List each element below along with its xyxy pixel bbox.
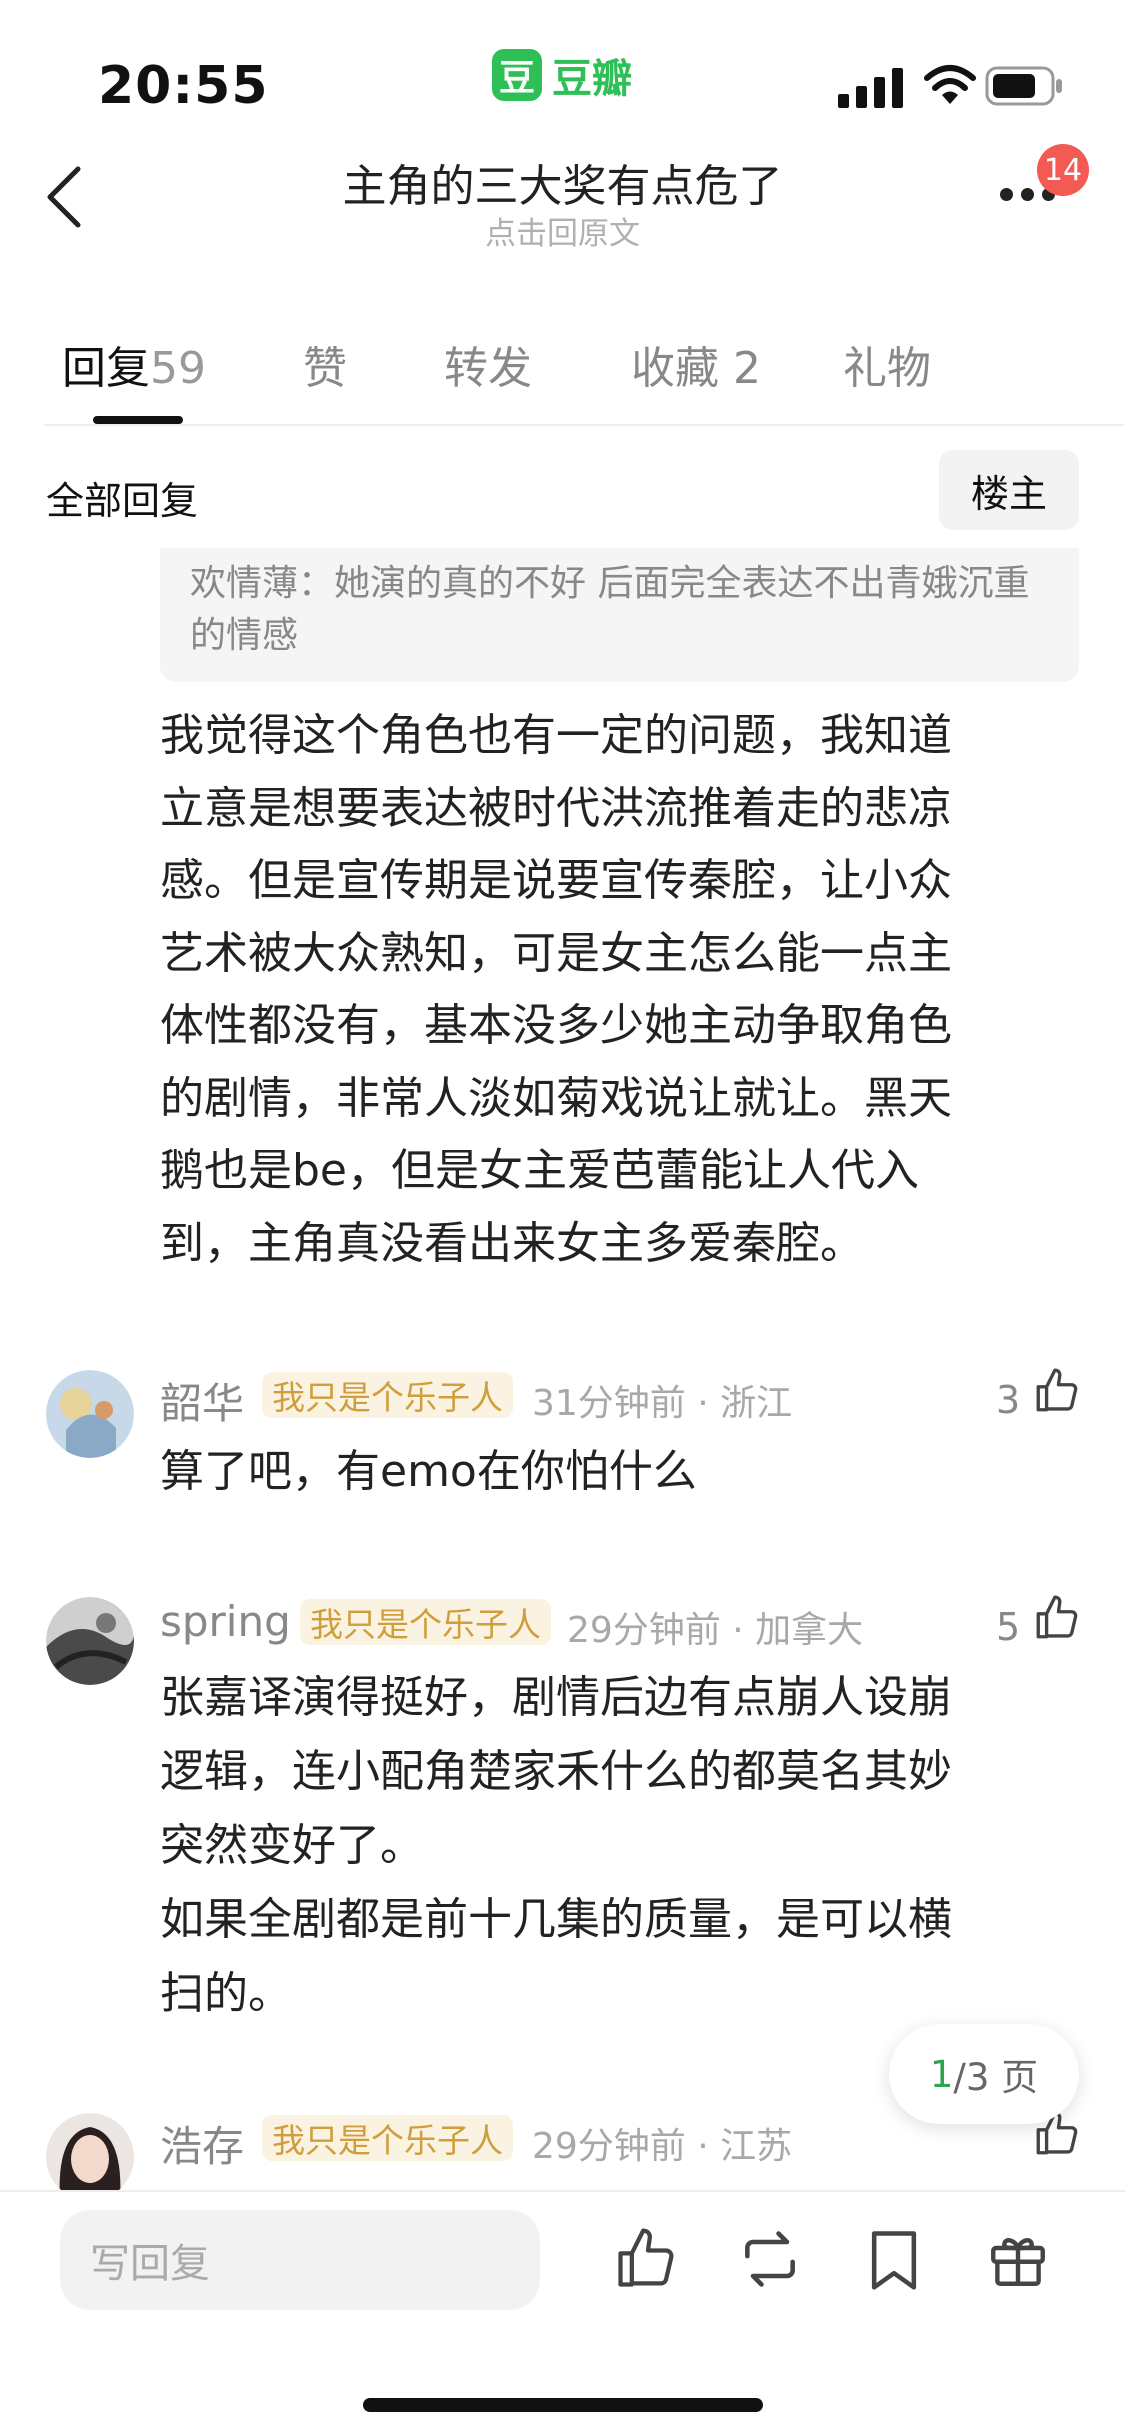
text-line: 立意是想要表达被时代洪流推着走的悲凉 — [160, 782, 952, 834]
active-tab-indicator — [93, 416, 183, 424]
bottom-bar-divider — [0, 2190, 1125, 2192]
user-tag: 我只是个乐子人 — [262, 2115, 513, 2161]
douban-logo-icon: 豆 — [492, 49, 542, 101]
text-line: 算了吧，有emo在你怕什么 — [160, 1446, 697, 1497]
wifi-icon — [924, 65, 976, 104]
page-indicator[interactable]: 1/3 页 — [889, 2024, 1079, 2124]
comment-meta: 29分钟前 · 江苏 — [532, 2126, 793, 2167]
tab-collections-label: 收藏 — [631, 343, 719, 394]
avatar[interactable] — [46, 1370, 134, 1458]
comment-text: 算了吧，有emo在你怕什么 — [160, 1435, 1060, 1509]
tab-reposts[interactable]: 转发 — [444, 332, 532, 396]
tab-collections-count: 2 — [733, 343, 761, 394]
tab-replies-label: 回复 — [62, 343, 150, 394]
like-post-icon[interactable] — [612, 2225, 680, 2293]
text-line: 体性都没有，基本没多少她主动争取角色 — [160, 1000, 952, 1051]
bookmark-icon[interactable] — [865, 2225, 923, 2293]
thumbs-up-icon[interactable] — [1032, 1593, 1082, 1643]
commenter-name[interactable]: 浩存 — [160, 2113, 244, 2174]
back-to-original-link[interactable]: 点击回原文 — [0, 208, 1125, 253]
tab-replies-count: 59 — [150, 343, 206, 394]
text-line: 我觉得这个角色也有一定的问题，我知道 — [160, 710, 952, 761]
home-indicator — [363, 2398, 763, 2412]
avatar[interactable] — [46, 2113, 134, 2201]
tab-collections[interactable]: 收藏 2 — [631, 332, 761, 396]
text-line: 艺术被大众熟知，可是女主怎么能一点主 — [160, 927, 952, 979]
text-line: 逻辑，连小配角楚家禾什么的都莫名其妙 — [160, 1746, 952, 1797]
all-replies-label: 全部回复 — [46, 479, 199, 523]
tab-replies[interactable]: 回复59 — [62, 332, 206, 396]
text-line: 如果全剧都是前十几集的质量，是可以横 — [160, 1894, 952, 1945]
like-count: 5 — [996, 1605, 1021, 1649]
reply-input[interactable]: 写回复 — [60, 2210, 540, 2310]
like-count: 3 — [996, 1378, 1021, 1422]
user-tag: 我只是个乐子人 — [300, 1599, 551, 1645]
notification-badge: 14 — [1037, 144, 1089, 196]
comment-meta: 29分钟前 · 加拿大 — [567, 1610, 864, 1651]
text-line: 感。但是宣传期是说要宣传秦腔，让小众 — [160, 855, 952, 906]
tab-divider — [44, 424, 1124, 426]
cellular-signal-icon — [838, 68, 903, 108]
gift-icon[interactable] — [985, 2225, 1051, 2293]
app-logo: 豆 豆瓣 — [492, 46, 632, 104]
op-only-button[interactable]: 楼主 — [939, 450, 1079, 530]
thumbs-up-icon[interactable] — [1032, 1366, 1082, 1416]
text-line: 鹅也是be，但是女主爱芭蕾能让人代入 — [160, 1145, 919, 1196]
app-name: 豆瓣 — [552, 56, 632, 102]
tab-gifts[interactable]: 礼物 — [843, 332, 931, 396]
reply-text: 我觉得这个角色也有一定的问题，我知道 立意是想要表达被时代洪流推着走的悲凉 感。… — [160, 700, 1060, 1280]
avatar[interactable] — [46, 1597, 134, 1685]
repost-icon[interactable] — [735, 2225, 805, 2293]
commenter-name[interactable]: 韶华 — [160, 1370, 244, 1431]
total-pages: /3 页 — [953, 2056, 1039, 2099]
battery-icon — [985, 66, 1062, 106]
user-tag: 我只是个乐子人 — [262, 1372, 513, 1418]
current-page: 1 — [929, 2052, 954, 2096]
text-line: 扫的。 — [160, 1968, 292, 2019]
commenter-name[interactable]: spring — [160, 1597, 291, 1646]
comment-meta: 31分钟前 · 浙江 — [532, 1383, 793, 1424]
page-title[interactable]: 主角的三大奖有点危了 — [0, 150, 1125, 214]
quoted-reply[interactable]: 欢情薄：她演的真的不好 后面完全表达不出青娥沉重的情感 — [160, 548, 1079, 682]
text-line: 张嘉译演得挺好，剧情后边有点崩人设崩 — [160, 1672, 952, 1723]
text-line: 突然变好了。 — [160, 1820, 424, 1871]
comment-text: 张嘉译演得挺好，剧情后边有点崩人设崩 逻辑，连小配角楚家禾什么的都莫名其妙 突然… — [160, 1661, 1060, 2031]
tab-likes[interactable]: 赞 — [303, 332, 347, 396]
text-line: 到，主角真没看出来女主多爱秦腔。 — [160, 1217, 864, 1269]
text-line: 的剧情，非常人淡如菊戏说让就让。黑天 — [160, 1072, 952, 1124]
status-time: 20:55 — [98, 56, 269, 116]
